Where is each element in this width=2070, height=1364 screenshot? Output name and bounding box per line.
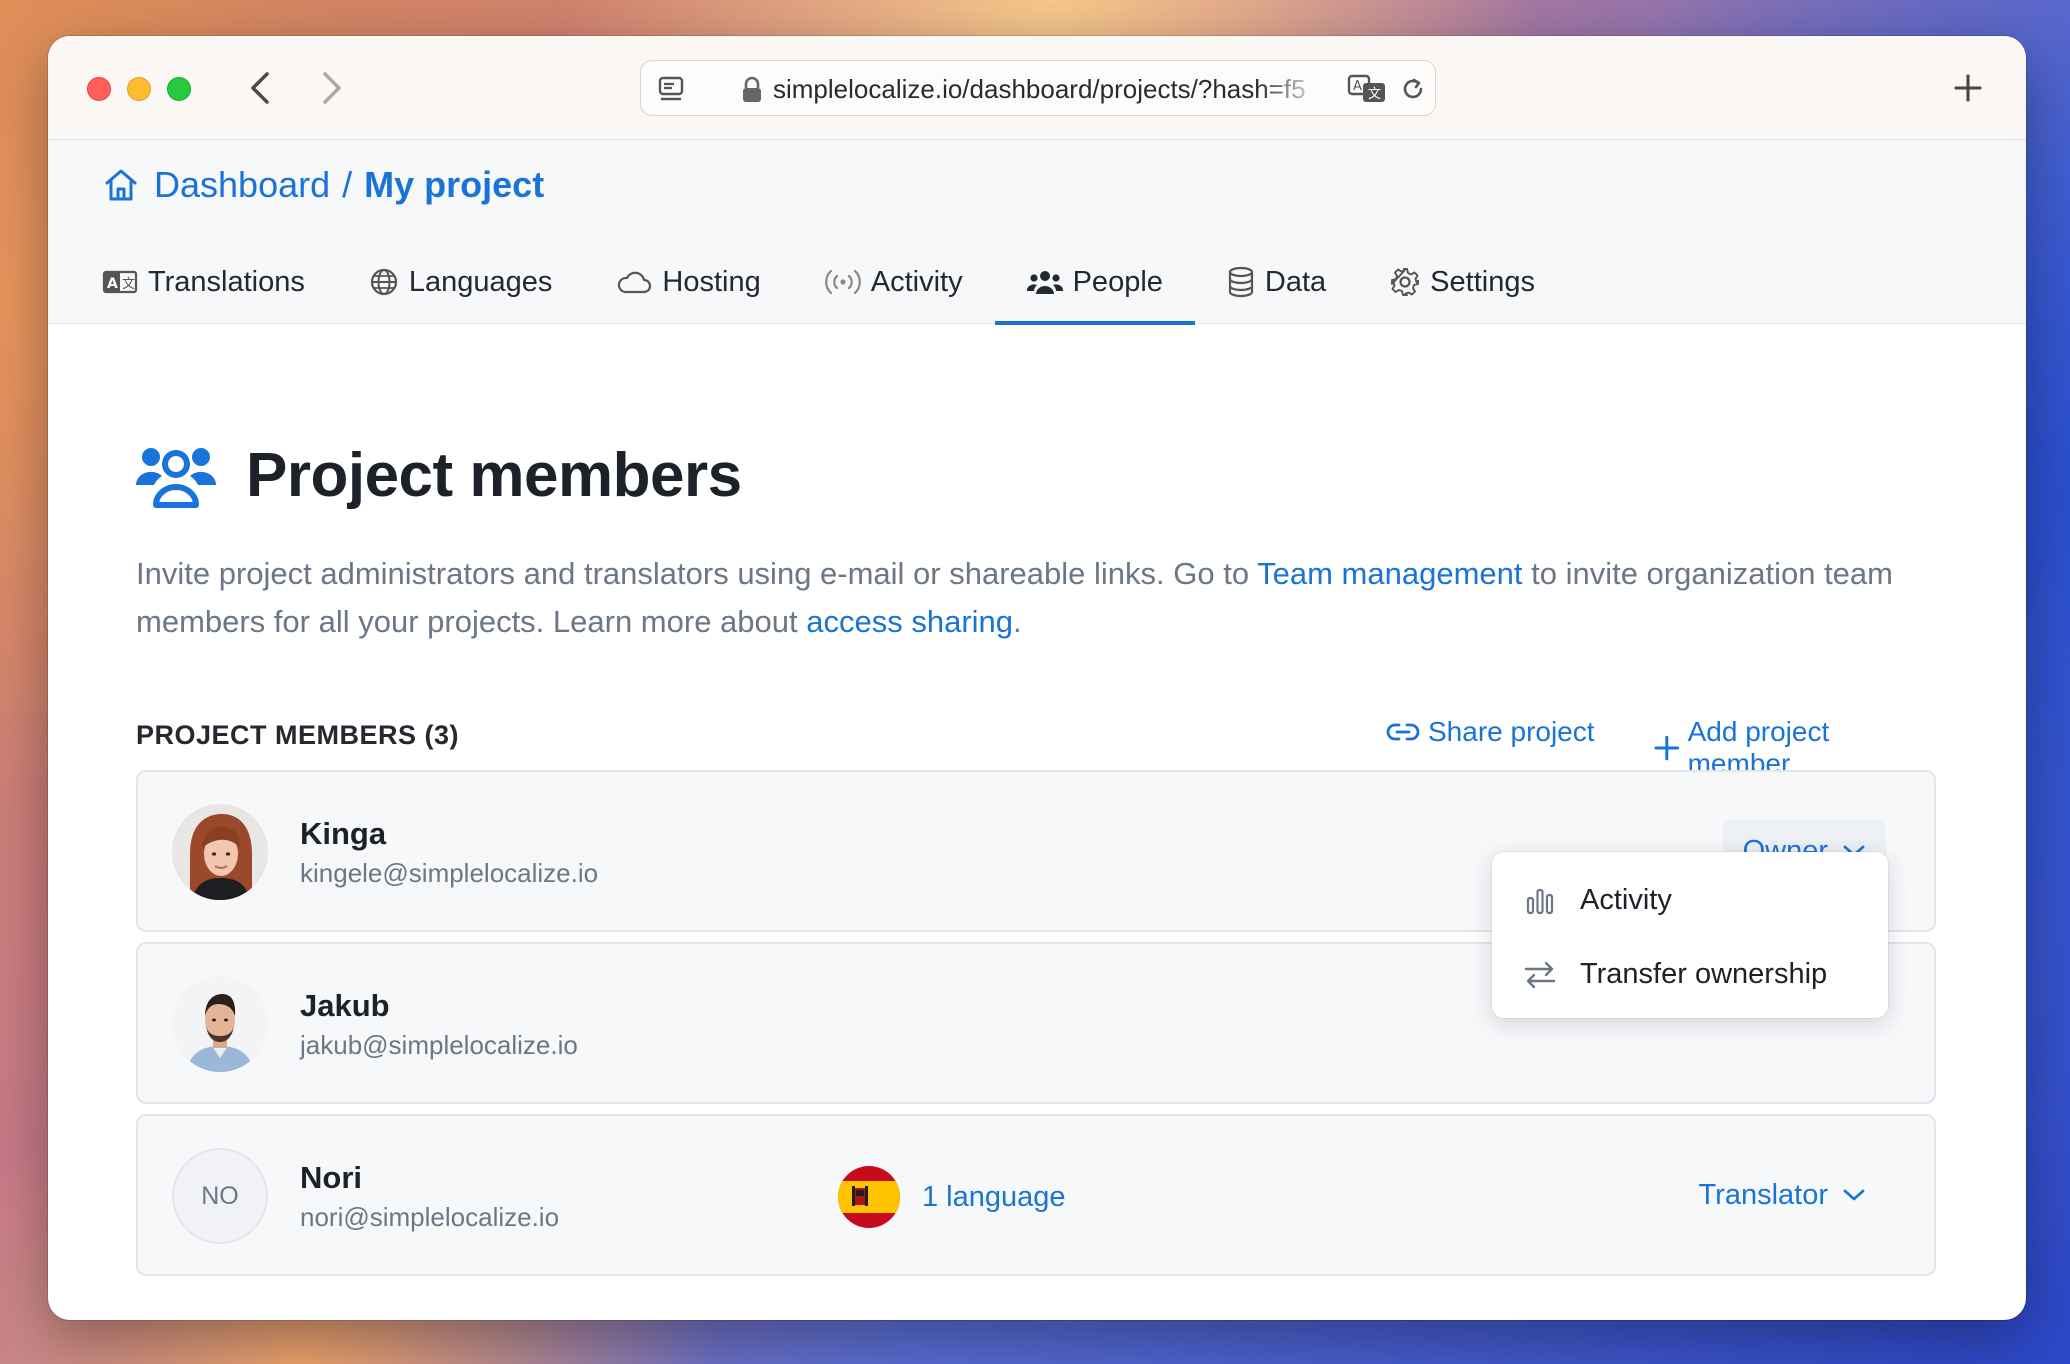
breadcrumb-separator: / [342, 164, 353, 205]
tab-label: Activity [870, 265, 963, 298]
breadcrumb: Dashboard / My project [102, 164, 544, 206]
lock-icon [743, 76, 761, 102]
breadcrumb-dashboard-link[interactable]: Dashboard [154, 164, 330, 206]
bar-chart-icon [1526, 888, 1554, 914]
chevron-down-icon [1843, 1189, 1865, 1201]
cloud-icon [618, 271, 652, 294]
tab-label: Translations [148, 265, 305, 298]
tab-languages[interactable]: Languages [369, 240, 553, 324]
users-icon [1026, 271, 1063, 294]
broadcast-icon [824, 269, 861, 295]
gear-icon [1391, 268, 1420, 296]
transfer-icon [1524, 961, 1556, 988]
menu-item-label: Transfer ownership [1580, 958, 1828, 990]
link-icon [1386, 723, 1420, 741]
address-bar[interactable]: simplelocalize.io/dashboard/projects/?ha… [640, 60, 1436, 116]
member-name: Nori [300, 1160, 362, 1195]
plus-icon [1654, 735, 1680, 761]
share-project-label: Share project [1428, 716, 1595, 747]
members-header: PROJECT MEMBERS (3) Share project Add pr… [136, 714, 1936, 779]
chevron-right-icon [323, 72, 341, 104]
tab-label: Hosting [662, 265, 761, 298]
description-text: Invite project administrators and transl… [136, 556, 1258, 591]
role-dropdown-button[interactable]: Translator [1679, 1164, 1886, 1226]
tab-data[interactable]: Data [1227, 240, 1326, 324]
tab-people[interactable]: People [994, 240, 1196, 325]
new-tab-button[interactable] [1946, 66, 1990, 110]
home-icon [105, 169, 137, 201]
browser-titlebar: simplelocalize.io/dashboard/projects/?ha… [48, 36, 2026, 140]
close-window-button[interactable] [87, 77, 111, 101]
reload-icon[interactable] [1399, 75, 1427, 103]
team-management-link[interactable]: Team management [1257, 556, 1522, 591]
globe-icon [370, 268, 397, 296]
share-project-button[interactable]: Share project [1386, 716, 1595, 748]
url-text: simplelocalize.io/dashboard/projects/?ha… [773, 74, 1306, 104]
menu-item-activity[interactable]: Activity [1522, 884, 1672, 917]
maximize-window-button[interactable] [167, 77, 191, 101]
browser-window: simplelocalize.io/dashboard/projects/?ha… [48, 36, 2026, 1320]
tab-label: Settings [1430, 265, 1535, 298]
users-icon [136, 447, 216, 508]
tab-settings[interactable]: Settings [1390, 240, 1535, 324]
access-sharing-link[interactable]: access sharing [806, 604, 1013, 639]
member-email: nori@simplelocalize.io [300, 1202, 560, 1232]
tab-activity[interactable]: Activity [824, 240, 963, 324]
member-email: kingele@simplelocalize.io [300, 858, 599, 888]
page-description: Invite project administrators and transl… [136, 550, 1896, 646]
svg-text:文: 文 [122, 277, 135, 292]
member-languages-link[interactable]: 1 language [838, 1166, 1066, 1228]
tab-label: Languages [408, 265, 553, 298]
project-header: Dashboard / My project A 文 Translations [48, 140, 2026, 325]
svg-text:A: A [1353, 79, 1362, 94]
avatar-initials: NO [201, 1181, 239, 1210]
breadcrumb-project[interactable]: My project [364, 164, 544, 206]
back-button[interactable] [238, 66, 282, 110]
translate-icon: A 文 [102, 270, 138, 294]
translate-page-icon[interactable]: A 文 [1347, 73, 1387, 105]
tab-label: People [1072, 265, 1163, 298]
tab-hosting[interactable]: Hosting [616, 240, 761, 324]
page-title: Project members [246, 441, 742, 510]
minimize-window-button[interactable] [127, 77, 151, 101]
role-dropdown-menu: Activity Transfer ownership [1492, 852, 1888, 1018]
plus-icon [1954, 74, 1982, 102]
member-row-nori: NO Nori nori@simplelocalize.io 1 languag… [136, 1114, 1936, 1276]
members-section-title: PROJECT MEMBERS (3) [136, 720, 460, 750]
description-text: . [1013, 604, 1022, 639]
member-email: jakub@simplelocalize.io [300, 1030, 578, 1060]
database-icon [1228, 266, 1254, 298]
menu-item-label: Activity [1580, 884, 1672, 916]
tab-label: Data [1264, 265, 1327, 298]
page-title-row: Project members [136, 440, 742, 511]
chevron-left-icon [251, 72, 269, 104]
tab-translations[interactable]: A 文 Translations [102, 240, 305, 324]
member-name: Kinga [300, 816, 387, 851]
sidebar-icon [658, 76, 684, 101]
avatar [172, 976, 268, 1072]
spain-flag-icon [838, 1166, 900, 1228]
svg-text:文: 文 [1368, 87, 1381, 102]
project-tabs: A 文 Translations Languages Hosting Activ… [102, 240, 1599, 325]
avatar [172, 804, 268, 900]
menu-item-transfer-ownership[interactable]: Transfer ownership [1522, 958, 1827, 991]
member-name: Jakub [300, 988, 390, 1023]
forward-button[interactable] [310, 66, 354, 110]
role-label: Translator [1698, 1178, 1828, 1211]
avatar: NO [172, 1148, 268, 1244]
languages-label: 1 language [922, 1180, 1066, 1213]
svg-text:A: A [107, 276, 118, 292]
